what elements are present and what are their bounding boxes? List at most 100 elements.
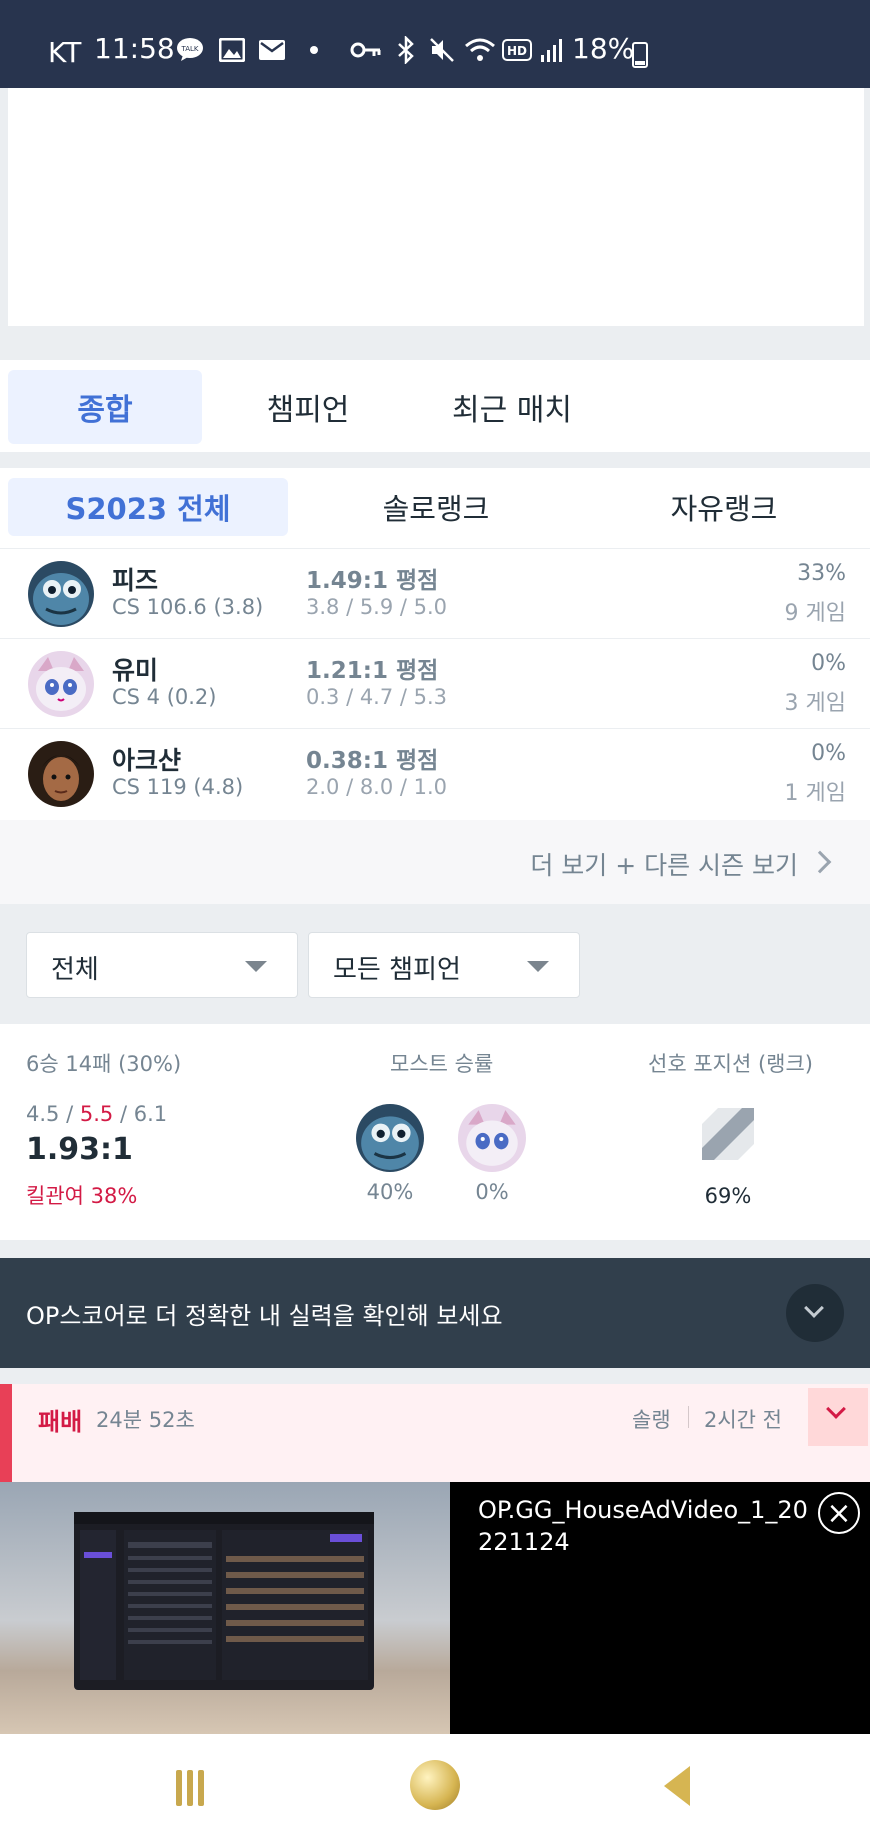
recent-apps-button[interactable] [176, 1770, 210, 1806]
ad-placeholder [8, 88, 864, 326]
champion-row[interactable]: 피즈 CS 106.6 (3.8) 1.49:1 평점 3.8 / 5.9 / … [0, 548, 870, 638]
tab-solo-rank[interactable]: 솔로랭크 [296, 478, 576, 536]
champion-name: 아크샨 [112, 746, 182, 775]
match-duration: 24분 52초 [96, 1408, 195, 1432]
avg-kills: 4.5 [26, 1102, 60, 1126]
champion-cs: CS 119 (4.8) [112, 775, 244, 799]
expand-button[interactable] [786, 1284, 844, 1342]
match-row[interactable]: 패배 24분 52초 솔랭 2시간 전 [0, 1384, 870, 1454]
most-winrate-label: 모스트 승률 [390, 1052, 494, 1076]
more-seasons-link[interactable]: 더 보기 + 다른 시즌 보기 [0, 820, 870, 904]
kda-separator: / [66, 1102, 74, 1126]
battery-percent: 18% [572, 32, 635, 65]
carrier-label: KT [48, 36, 82, 69]
dot-icon [300, 36, 328, 64]
wifi-icon [464, 36, 496, 64]
champion-filter-select[interactable]: 모든 챔피언 [308, 932, 580, 998]
champion-avatar-yuumi [28, 651, 94, 717]
close-ad-button[interactable]: × [818, 1492, 860, 1534]
position-mid-icon [702, 1108, 754, 1160]
match-result: 패배 [38, 1408, 83, 1436]
main-tabs: 종합 챔피언 최근 매치 [0, 360, 870, 452]
champion-games: 3 게임 [784, 691, 846, 716]
season-tabs: S2023 전체 솔로랭크 자유랭크 [0, 468, 870, 548]
most-champion-avatar-yuumi [458, 1104, 526, 1172]
champion-cs: CS 106.6 (3.8) [112, 595, 264, 619]
system-nav-bar [0, 1734, 870, 1837]
champion-avatar-fizz [28, 561, 94, 627]
match-time-ago: 2시간 전 [704, 1408, 782, 1432]
kill-participation: 킬관여 38% [26, 1184, 138, 1208]
video-title: OP.GG_HouseAdVideo_1_20221124 [478, 1496, 808, 1556]
signal-icon [538, 36, 566, 64]
match-row-partial [0, 1454, 870, 1482]
champion-games: 9 게임 [784, 601, 846, 626]
tab-season-all[interactable]: S2023 전체 [8, 478, 288, 536]
image-icon [218, 36, 246, 64]
champion-row[interactable]: 아크샨 CS 119 (4.8) 0.38:1 평점 2.0 / 8.0 / 1… [0, 728, 870, 818]
more-seasons-label: 더 보기 + 다른 시즌 보기 [530, 851, 798, 880]
preferred-position-label: 선호 포지션 (랭크) [648, 1052, 813, 1076]
champion-filter-value: 모든 챔피언 [333, 955, 461, 985]
champion-kda-detail: 2.0 / 8.0 / 1.0 [306, 775, 448, 799]
match-queue: 솔랭 [632, 1408, 671, 1432]
kda-separator: / [119, 1102, 128, 1126]
tab-overview[interactable]: 종합 [8, 370, 202, 444]
caret-down-icon [527, 961, 549, 972]
tab-flex-rank[interactable]: 자유랭크 [584, 478, 864, 536]
clock: 11:58 [94, 32, 175, 65]
champion-avatar-akshan [28, 741, 94, 807]
key-icon [350, 36, 382, 64]
preferred-position-percent: 69% [704, 1184, 752, 1208]
queue-filter-value: 전체 [51, 955, 99, 985]
champion-name: 피즈 [112, 566, 159, 595]
tab-champion[interactable]: 챔피언 [210, 370, 406, 444]
divider [688, 1406, 689, 1428]
champion-name: 유미 [112, 656, 159, 685]
chevron-down-icon [826, 1399, 846, 1419]
match-expand-button[interactable] [808, 1388, 868, 1446]
video-ad[interactable]: OP.GG_HouseAdVideo_1_20221124 × [0, 1482, 870, 1734]
average-kda: 4.5 / 5.5 / 6.1 [26, 1102, 167, 1126]
summary-panel: 6승 14패 (30%) 4.5 / 5.5 / 6.1 1.93:1 킬관여 … [0, 1024, 870, 1240]
video-thumbnail[interactable] [0, 1482, 450, 1734]
avg-deaths: 5.5 [79, 1102, 114, 1126]
champion-kda-detail: 3.8 / 5.9 / 5.0 [306, 595, 448, 619]
mute-icon [428, 36, 456, 64]
champion-winrate: 0% [811, 651, 846, 676]
battery-icon [632, 42, 648, 68]
champion-kda: 1.49:1 평점 [306, 568, 439, 594]
champion-winrate: 33% [797, 561, 846, 586]
op-score-banner[interactable]: OP스코어로 더 정확한 내 실력을 확인해 보세요 [0, 1258, 870, 1368]
champion-stats-list: 피즈 CS 106.6 (3.8) 1.49:1 평점 3.8 / 5.9 / … [0, 548, 870, 820]
champion-row[interactable]: 유미 CS 4 (0.2) 1.21:1 평점 0.3 / 4.7 / 5.3 … [0, 638, 870, 728]
loss-indicator [0, 1454, 12, 1482]
win-loss-record: 6승 14패 (30%) [26, 1052, 182, 1076]
queue-filter-select[interactable]: 전체 [26, 932, 298, 998]
status-bar: KT 11:58 TALK HD 18% [0, 0, 870, 88]
svg-text:TALK: TALK [180, 45, 198, 53]
back-button[interactable] [664, 1766, 690, 1806]
chevron-right-icon [808, 850, 832, 874]
loss-indicator [0, 1384, 12, 1454]
most-champion-winrate: 0% [475, 1180, 509, 1204]
tab-recent-matches[interactable]: 최근 매치 [414, 370, 610, 444]
close-icon: × [826, 1495, 852, 1531]
bluetooth-icon [392, 36, 420, 64]
mail-icon [258, 36, 286, 64]
talk-icon: TALK [176, 36, 204, 64]
avg-assists: 6.1 [133, 1102, 168, 1126]
champion-kda: 1.21:1 평점 [306, 658, 439, 684]
kda-ratio: 1.93:1 [26, 1132, 133, 1167]
champion-kda-detail: 0.3 / 4.7 / 5.3 [306, 685, 448, 709]
chevron-down-icon [804, 1298, 824, 1318]
hd-icon: HD [502, 36, 532, 64]
most-champion-winrate: 40% [366, 1180, 414, 1204]
champion-games: 1 게임 [784, 781, 846, 806]
champion-kda: 0.38:1 평점 [306, 748, 439, 774]
home-button[interactable] [410, 1760, 460, 1810]
op-score-banner-text: OP스코어로 더 정확한 내 실력을 확인해 보세요 [26, 1302, 503, 1330]
most-champion-avatar-fizz [356, 1104, 424, 1172]
champion-cs: CS 4 (0.2) [112, 685, 217, 709]
svg-text:HD: HD [507, 44, 527, 58]
